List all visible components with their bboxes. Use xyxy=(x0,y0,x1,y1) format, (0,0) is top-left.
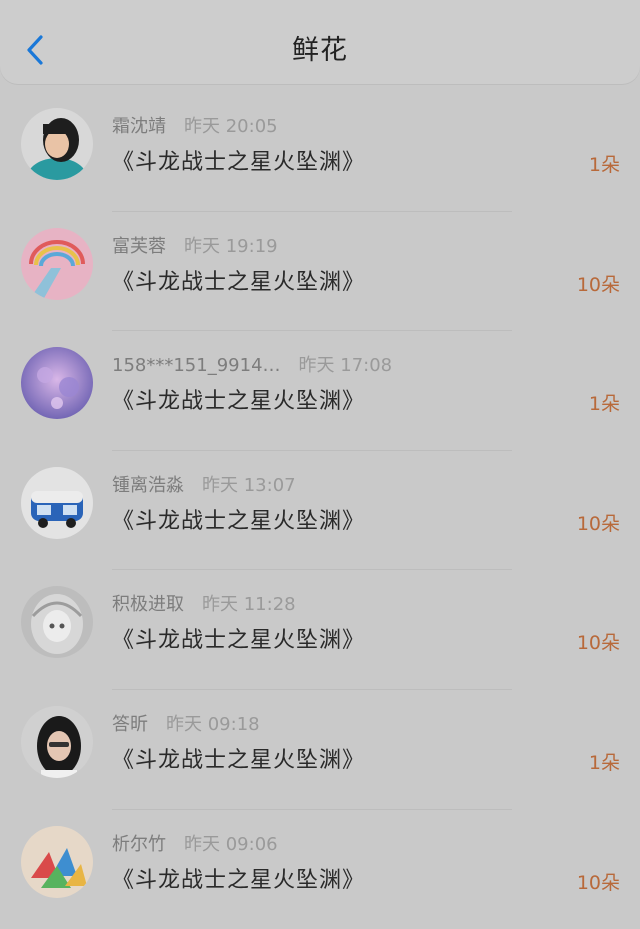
list-item[interactable]: 富芙蓉 昨天 19:19 《斗龙战士之星火坠渊》 10朵 xyxy=(0,212,640,332)
flower-list: 霜沈靖 昨天 20:05 《斗龙战士之星火坠渊》 1朵 富芙蓉 昨天 19:19 《… xyxy=(0,92,640,929)
timestamp: 昨天 17:08 xyxy=(298,355,393,377)
user-name[interactable]: 富芙蓉 xyxy=(112,236,166,257)
list-item[interactable]: 积极进取 昨天 11:28 《斗龙战士之星火坠渊》 10朵 xyxy=(0,570,640,690)
flower-count: 1朵 xyxy=(588,751,620,774)
flower-count: 10朵 xyxy=(576,632,620,655)
timestamp: 昨天 13:07 xyxy=(202,474,296,496)
page-title: 鲜花 xyxy=(292,35,348,66)
avatar[interactable] xyxy=(21,227,93,300)
flower-count: 1朵 xyxy=(588,154,620,176)
timestamp: 昨天 09:18 xyxy=(166,713,260,735)
avatar[interactable] xyxy=(21,705,93,778)
flower-count: 10朵 xyxy=(576,512,620,535)
timestamp: 昨天 09:06 xyxy=(184,833,278,855)
user-name[interactable]: 积极进取 xyxy=(112,594,184,615)
work-title[interactable]: 《斗龙战士之星火坠渊》 xyxy=(112,622,365,654)
list-item[interactable]: 锺离浩淼 昨天 13:07 《斗龙战士之星火坠渊》 10朵 xyxy=(0,451,640,571)
user-name[interactable]: 霜沈靖 xyxy=(112,116,166,137)
list-item[interactable]: 霜沈靖 昨天 20:05 《斗龙战士之星火坠渊》 1朵 xyxy=(0,92,640,212)
timestamp: 昨天 20:05 xyxy=(184,116,278,137)
work-title[interactable]: 《斗龙战士之星火坠渊》 xyxy=(112,264,365,296)
flower-count: 10朵 xyxy=(576,273,620,296)
avatar[interactable] xyxy=(21,825,93,898)
avatar[interactable] xyxy=(21,586,93,659)
list-item[interactable]: 答昕 昨天 09:18 《斗龙战士之星火坠渊》 1朵 xyxy=(0,690,640,810)
list-item[interactable]: 158***151_9914… 昨天 17:08 《斗龙战士之星火坠渊》 1朵 xyxy=(0,331,640,451)
work-title[interactable]: 《斗龙战士之星火坠渊》 xyxy=(112,383,365,415)
work-title[interactable]: 《斗龙战士之星火坠渊》 xyxy=(112,862,365,894)
avatar[interactable] xyxy=(21,347,93,420)
work-title[interactable]: 《斗龙战士之星火坠渊》 xyxy=(112,144,365,176)
user-name[interactable]: 158***151_9914… xyxy=(112,355,281,376)
work-title[interactable]: 《斗龙战士之星火坠渊》 xyxy=(112,742,365,774)
list-item[interactable]: 析尔竹 昨天 09:06 《斗龙战士之星火坠渊》 10朵 xyxy=(0,810,640,929)
avatar[interactable] xyxy=(21,466,93,539)
timestamp: 昨天 11:28 xyxy=(202,594,296,616)
flower-count: 1朵 xyxy=(588,393,620,416)
user-name[interactable]: 答昕 xyxy=(112,714,148,735)
work-title[interactable]: 《斗龙战士之星火坠渊》 xyxy=(112,503,365,535)
user-name[interactable]: 锺离浩淼 xyxy=(112,475,184,496)
top-bar: 鲜花 xyxy=(0,0,640,84)
avatar[interactable] xyxy=(21,108,93,180)
timestamp: 昨天 19:19 xyxy=(184,235,278,257)
user-name[interactable]: 析尔竹 xyxy=(112,834,166,855)
flower-count: 10朵 xyxy=(576,871,620,894)
